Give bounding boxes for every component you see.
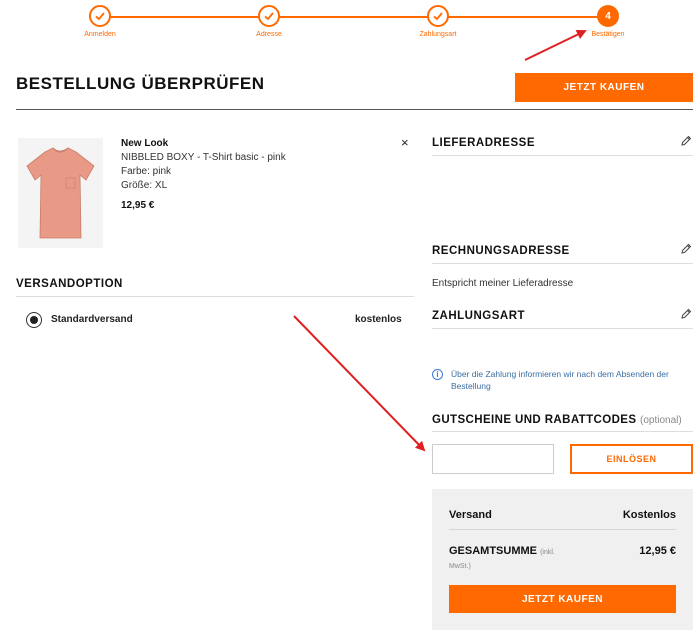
shipping-option-price: kostenlos [355, 314, 402, 325]
step-label: Anmelden [84, 31, 116, 38]
payment-info-text: Über die Zahlung informieren wir nach de… [451, 369, 669, 391]
edit-payment-pencil-icon[interactable] [680, 308, 692, 323]
step-label: Bestätigen [591, 31, 625, 38]
shipping-divider [16, 296, 414, 297]
summary-shipping-row: Versand Kostenlos [449, 509, 676, 521]
redeem-voucher-button[interactable]: EINLÖSEN [570, 444, 693, 474]
product-size: Größe: XL [121, 180, 168, 191]
summary-total-label: GESAMTSUMME [449, 545, 537, 557]
product-color: Farbe: pink [121, 166, 172, 177]
step-number: 4 [597, 5, 619, 27]
billing-address-title: RECHNUNGSADRESSE [432, 245, 570, 257]
checkout-progress-stepper: Anmelden Adresse Zahlungsart 4 Bestätige… [0, 0, 700, 50]
step-bestaetigen: 4 Bestätigen [568, 5, 648, 38]
summary-total-label-wrap: GESAMTSUMME (inkl. [449, 545, 555, 557]
delivery-address-title: LIEFERADRESSE [432, 137, 535, 149]
check-icon [427, 5, 449, 27]
voucher-optional-label: (optional) [640, 415, 682, 426]
shipping-section-title: VERSANDOPTION [16, 278, 123, 290]
tshirt-icon [26, 147, 95, 239]
voucher-title-text: GUTSCHEINE UND RABATTCODES [432, 414, 637, 426]
summary-tax-note: (inkl. [540, 549, 555, 556]
payment-divider [432, 328, 693, 329]
step-zahlungsart[interactable]: Zahlungsart [398, 5, 478, 38]
standard-shipping-radio[interactable] [26, 312, 42, 328]
radio-selected-dot [30, 316, 38, 324]
check-icon [89, 5, 111, 27]
order-summary: Versand Kostenlos GESAMTSUMME (inkl. 12,… [432, 489, 693, 630]
remove-item-icon[interactable]: × [401, 135, 409, 150]
info-icon: i [432, 369, 443, 380]
buy-now-button-top[interactable]: JETZT KAUFEN [515, 73, 693, 102]
summary-total-value: 12,95 € [639, 545, 676, 557]
progress-line [100, 16, 608, 18]
step-label: Zahlungsart [419, 31, 457, 38]
shipping-option-label[interactable]: Standardversand [51, 314, 133, 325]
summary-tax-note-2: MwSt.) [449, 563, 471, 570]
billing-address-text: Entspricht meiner Lieferadresse [432, 278, 574, 289]
step-adresse[interactable]: Adresse [229, 5, 309, 38]
billing-divider [432, 263, 693, 264]
page-title: BESTELLUNG ÜBERPRÜFEN [16, 74, 265, 93]
check-icon [258, 5, 280, 27]
product-brand: New Look [121, 138, 169, 149]
annotation-arrow-to-voucher [293, 315, 426, 452]
edit-delivery-pencil-icon[interactable] [680, 135, 692, 150]
summary-shipping-label: Versand [449, 509, 492, 521]
delivery-divider [432, 155, 693, 156]
voucher-code-input[interactable] [432, 444, 554, 474]
summary-divider [449, 529, 676, 530]
product-details: New Look NIBBLED BOXY - T-Shirt basic - … [121, 137, 286, 213]
product-price: 12,95 € [121, 200, 155, 211]
product-name[interactable]: NIBBLED BOXY - T-Shirt basic - pink [121, 151, 286, 165]
product-image[interactable] [18, 138, 103, 248]
summary-total-row: GESAMTSUMME (inkl. 12,95 € [449, 545, 676, 557]
voucher-title: GUTSCHEINE UND RABATTCODES (optional) [432, 414, 682, 426]
payment-title: ZAHLUNGSART [432, 310, 526, 322]
header-divider [16, 109, 693, 110]
step-label: Adresse [256, 31, 282, 38]
edit-billing-pencil-icon[interactable] [680, 243, 692, 258]
voucher-divider [432, 431, 693, 432]
step-anmelden[interactable]: Anmelden [60, 5, 140, 38]
buy-now-button-bottom[interactable]: JETZT KAUFEN [449, 585, 676, 613]
summary-shipping-value: Kostenlos [622, 509, 676, 521]
